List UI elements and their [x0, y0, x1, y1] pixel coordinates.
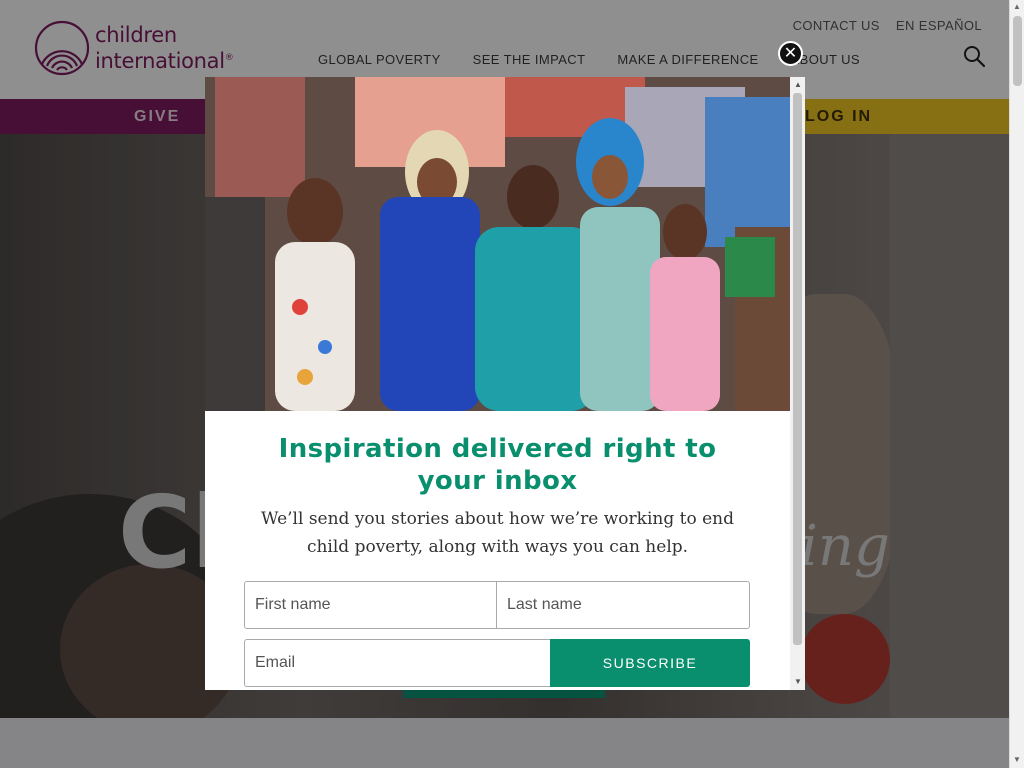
- scroll-up-icon[interactable]: ▲: [1013, 2, 1021, 11]
- modal-scrollbar[interactable]: ▲ ▼: [790, 77, 805, 690]
- first-name-field[interactable]: [244, 581, 497, 629]
- modal-scroll-down-icon[interactable]: ▼: [794, 677, 802, 686]
- page-scroll-thumb[interactable]: [1013, 16, 1022, 86]
- modal-photo: [205, 77, 790, 411]
- modal-scroll-thumb[interactable]: [793, 93, 802, 645]
- children-photo-illustration: [205, 77, 790, 411]
- modal-scroll-up-icon[interactable]: ▲: [794, 80, 802, 89]
- last-name-field[interactable]: [496, 581, 750, 629]
- close-icon[interactable]: ✕: [778, 41, 803, 66]
- page-scrollbar[interactable]: ▲ ▼: [1009, 0, 1024, 768]
- email-field[interactable]: [244, 639, 551, 687]
- newsletter-modal: Inspiration delivered right to your inbo…: [205, 77, 805, 690]
- scroll-down-icon[interactable]: ▼: [1013, 755, 1021, 764]
- modal-subtitle: We’ll send you stories about how we’re w…: [260, 509, 734, 557]
- subscribe-button[interactable]: SUBSCRIBE: [550, 639, 750, 687]
- modal-title: Inspiration delivered right to your inbo…: [278, 434, 717, 496]
